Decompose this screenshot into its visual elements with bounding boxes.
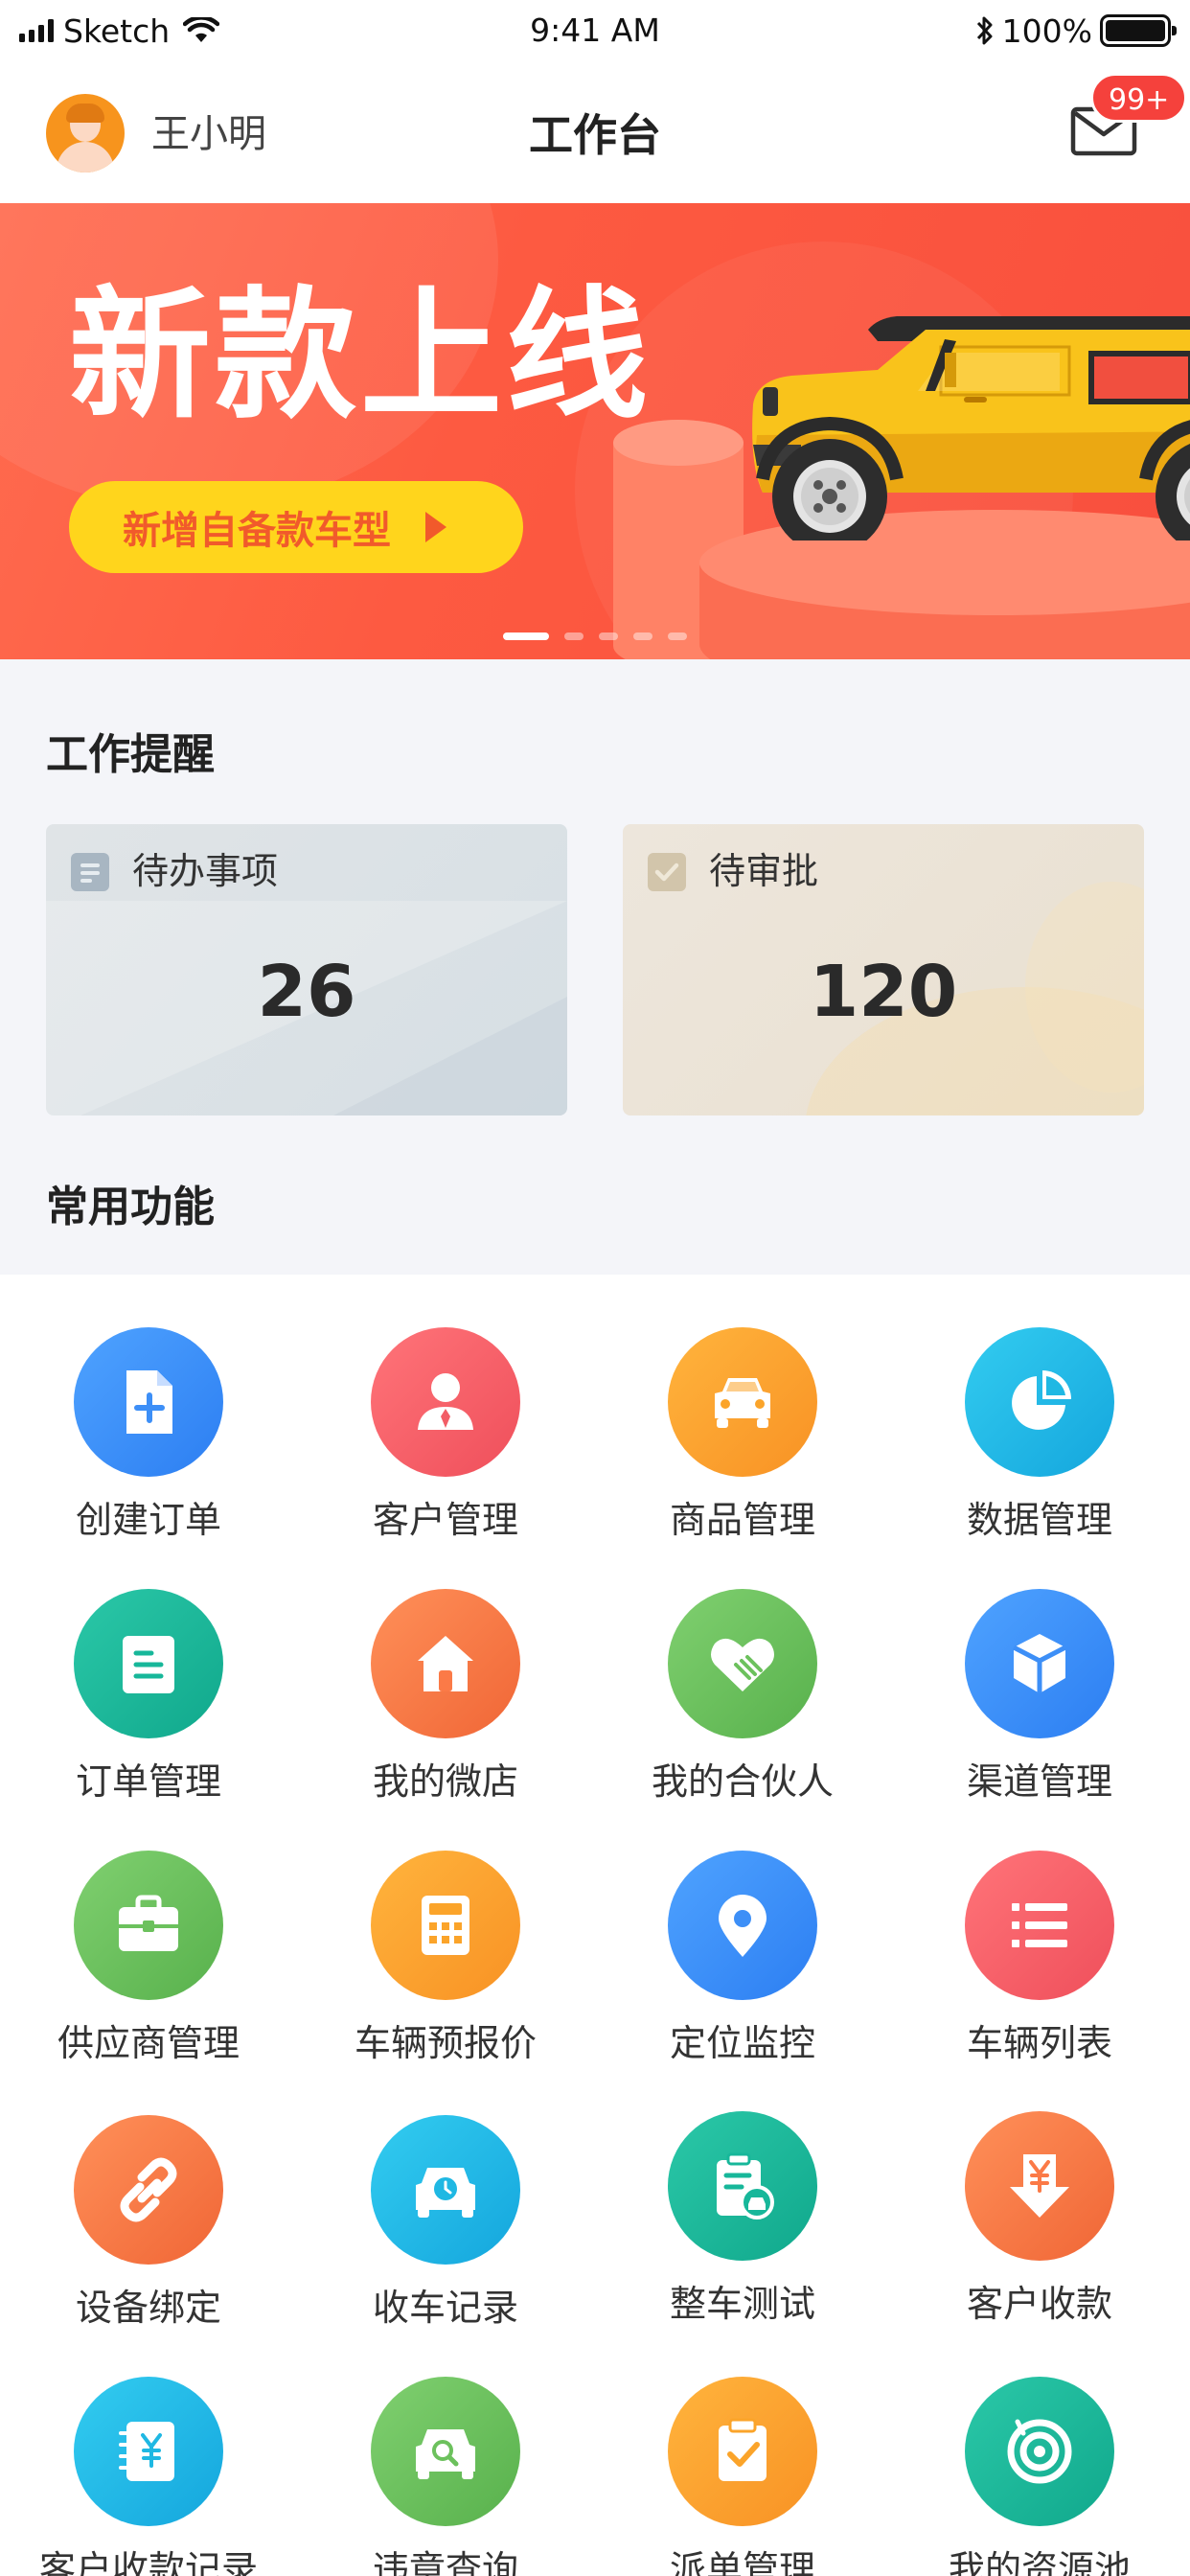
function-icon-circle	[74, 2377, 223, 2526]
approval-label: 待审批	[709, 850, 819, 892]
function-vehicle-test[interactable]: 整车测试	[594, 2058, 891, 2325]
function-vehicle-quote[interactable]: 车辆预报价	[297, 1798, 594, 2064]
function-icon-circle	[668, 1589, 817, 1738]
document-icon	[71, 853, 109, 891]
yen-down-icon	[1010, 2154, 1069, 2218]
banner-cta-button[interactable]: 新增自备款车型	[69, 481, 523, 573]
function-my-partners[interactable]: 我的合伙人	[594, 1536, 891, 1803]
calculator-icon	[422, 1896, 469, 1955]
promo-banner[interactable]: 新款上线 新增自备款车型	[0, 203, 1190, 659]
function-icon-circle	[74, 2115, 223, 2265]
location-pin-icon	[719, 1895, 767, 1957]
carousel-dot[interactable]	[503, 632, 549, 640]
function-my-shop[interactable]: 我的微店	[297, 1536, 594, 1803]
briefcase-icon	[119, 1895, 178, 1951]
battery-percentage: 100%	[1001, 12, 1092, 50]
function-icon-circle	[371, 1327, 520, 1477]
checkbox-icon	[648, 853, 686, 891]
clipboard-car-icon	[717, 2152, 774, 2220]
car-front-icon	[715, 1378, 770, 1428]
carousel-dot[interactable]	[599, 632, 618, 640]
section-title-reminders: 工作提醒	[46, 730, 215, 779]
function-vehicle-collection-records[interactable]: 收车记录	[297, 2062, 594, 2329]
target-icon	[1007, 2419, 1072, 2484]
function-icon-circle	[74, 1851, 223, 2000]
functions-grid: 创建订单 客户管理 商品管理 数据管理 订单管理 我的微店 我的合伙人 渠道管理…	[0, 1275, 1190, 2576]
function-icon-circle	[371, 1589, 520, 1738]
function-channel-management[interactable]: 渠道管理	[891, 1536, 1188, 1803]
function-customer-payment-records[interactable]: 客户收款记录	[0, 2324, 297, 2576]
unread-badge: 99+	[1090, 73, 1188, 123]
arrow-right-icon	[425, 512, 446, 542]
function-supplier-management[interactable]: 供应商管理	[0, 1798, 297, 2064]
approval-card[interactable]: 待审批 120	[623, 824, 1144, 1116]
function-icon-circle	[668, 1327, 817, 1477]
approval-count: 120	[809, 951, 958, 1033]
add-document-icon	[126, 1370, 172, 1434]
function-label: 客户收款记录	[38, 2548, 258, 2576]
function-violation-query[interactable]: 违章查询	[297, 2324, 594, 2576]
function-location-monitor[interactable]: 定位监控	[594, 1798, 891, 2064]
function-icon-circle	[965, 1589, 1114, 1738]
function-product-management[interactable]: 商品管理	[594, 1275, 891, 1541]
list-icon	[1012, 1903, 1067, 1947]
function-icon-circle	[371, 2377, 520, 2526]
function-icon-circle	[668, 1851, 817, 2000]
function-device-binding[interactable]: 设备绑定	[0, 2062, 297, 2329]
function-label: 整车测试	[669, 2283, 815, 2325]
function-data-management[interactable]: 数据管理	[891, 1275, 1188, 1541]
section-title-functions: 常用功能	[46, 1183, 215, 1231]
link-icon	[120, 2157, 177, 2222]
function-label: 派单管理	[669, 2548, 815, 2576]
person-icon	[418, 1373, 473, 1430]
pie-chart-icon	[1012, 1370, 1071, 1430]
function-label: 供应商管理	[57, 2022, 240, 2064]
status-right: 100%	[975, 10, 1177, 52]
handshake-heart-icon	[711, 1638, 774, 1691]
yen-notebook-icon	[119, 2422, 174, 2481]
car-clock-icon	[416, 2168, 475, 2218]
car-search-icon	[416, 2429, 475, 2479]
function-icon-circle	[371, 2115, 520, 2265]
home-icon	[418, 1636, 473, 1691]
function-icon-circle	[965, 2377, 1114, 2526]
function-my-resource-pool[interactable]: 我的资源池	[891, 2324, 1188, 2576]
function-icon-circle	[965, 2111, 1114, 2261]
todo-label: 待办事项	[132, 850, 279, 892]
function-dispatch-management[interactable]: 派单管理	[594, 2324, 891, 2576]
function-icon-circle	[965, 1851, 1114, 2000]
banner-title: 新款上线	[69, 273, 652, 438]
function-icon-circle	[74, 1589, 223, 1738]
function-icon-circle	[965, 1327, 1114, 1477]
jeep-car-illustration	[752, 316, 1190, 540]
nav-bar: 王小明 工作台 99+	[0, 61, 1190, 203]
status-bar: Sketch 9:41 AM 100%	[0, 0, 1190, 61]
carousel-dot[interactable]	[564, 632, 584, 640]
function-icon-circle	[371, 1851, 520, 2000]
function-label: 车辆预报价	[354, 2022, 537, 2064]
carousel-dot[interactable]	[633, 632, 652, 640]
banner-cta-label: 新增自备款车型	[123, 509, 391, 553]
clipboard-check-icon	[719, 2418, 767, 2481]
function-customer-payment[interactable]: 客户收款	[891, 2058, 1188, 2325]
page-title: 工作台	[529, 109, 661, 161]
list-document-icon	[123, 1636, 174, 1693]
function-icon-circle	[668, 2377, 817, 2526]
battery-icon	[1100, 14, 1177, 47]
cube-icon	[1012, 1634, 1067, 1693]
function-label: 我的资源池	[948, 2548, 1131, 2576]
carousel-dot[interactable]	[668, 632, 687, 640]
function-icon-circle	[668, 2111, 817, 2261]
todo-count: 26	[257, 951, 356, 1033]
bluetooth-icon	[976, 16, 993, 45]
carousel-indicator[interactable]	[0, 632, 1190, 640]
function-create-order[interactable]: 创建订单	[0, 1275, 297, 1541]
function-vehicle-list[interactable]: 车辆列表	[891, 1798, 1188, 2064]
function-order-management[interactable]: 订单管理	[0, 1536, 297, 1803]
function-icon-circle	[74, 1327, 223, 1477]
function-label: 违章查询	[372, 2548, 518, 2576]
function-customer-management[interactable]: 客户管理	[297, 1275, 594, 1541]
todo-card[interactable]: 待办事项 26	[46, 824, 567, 1116]
function-label: 客户收款	[966, 2283, 1112, 2325]
